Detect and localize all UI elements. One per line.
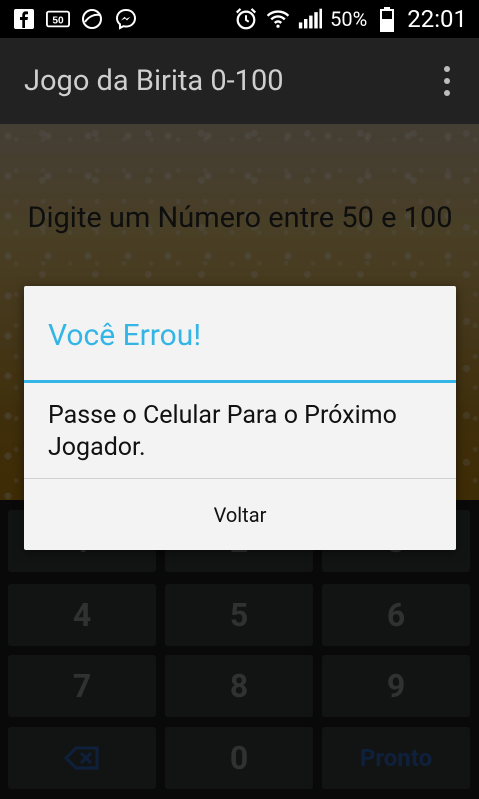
wifi-icon [266,7,290,31]
app-bar: Jogo da Birita 0-100 [0,38,479,124]
status-bar: 50 50% 22:01 [0,0,479,38]
app-title: Jogo da Birita 0-100 [24,64,284,98]
result-dialog: Você Errou! Passe o Celular Para o Próxi… [24,286,456,550]
messenger-icon [114,7,138,31]
overflow-menu-icon[interactable] [437,61,457,101]
svg-text:50: 50 [52,16,64,27]
signal-icon [298,7,323,31]
dialog-title-divider [24,380,456,383]
clock: 22:01 [407,5,467,33]
browser-icon [80,7,104,31]
dialog-message: Passe o Celular Para o Próximo Jogador. [48,401,397,462]
battery-percent: 50% [330,7,368,31]
facebook-icon [12,7,36,31]
alarm-icon [234,7,258,31]
hd-notification-icon: 50 [46,7,70,31]
battery-icon [375,7,399,32]
dialog-title: Você Errou! [48,318,202,353]
back-button[interactable]: Voltar [24,479,456,550]
